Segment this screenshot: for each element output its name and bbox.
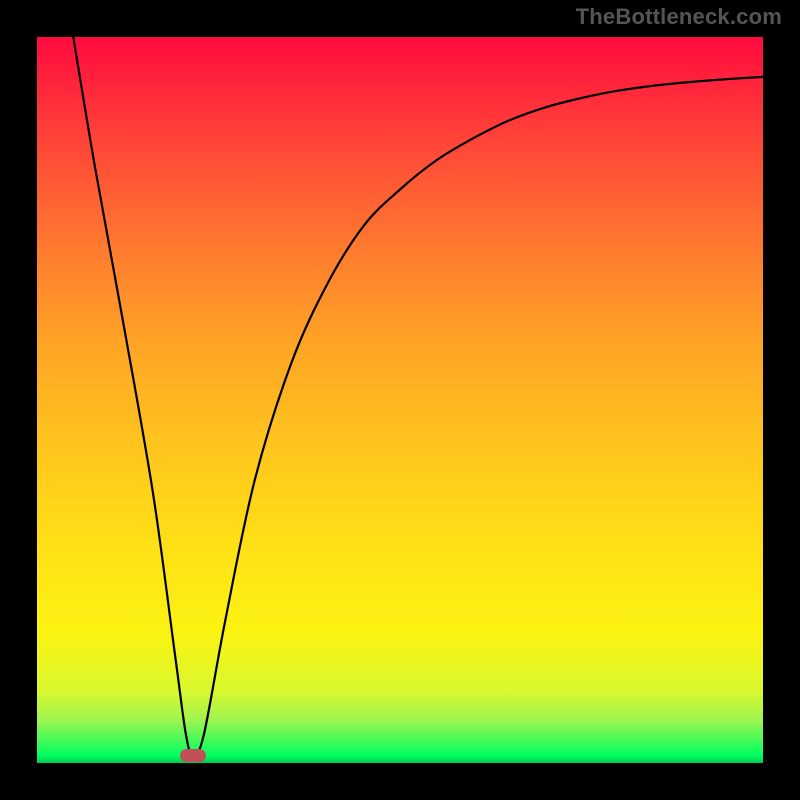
- plot-area: [37, 37, 763, 763]
- curve-svg: [37, 37, 763, 763]
- bottleneck-curve-path: [73, 37, 763, 756]
- chart-stage: TheBottleneck.com: [0, 0, 800, 800]
- watermark-text: TheBottleneck.com: [576, 4, 782, 30]
- optimal-marker: [180, 749, 206, 762]
